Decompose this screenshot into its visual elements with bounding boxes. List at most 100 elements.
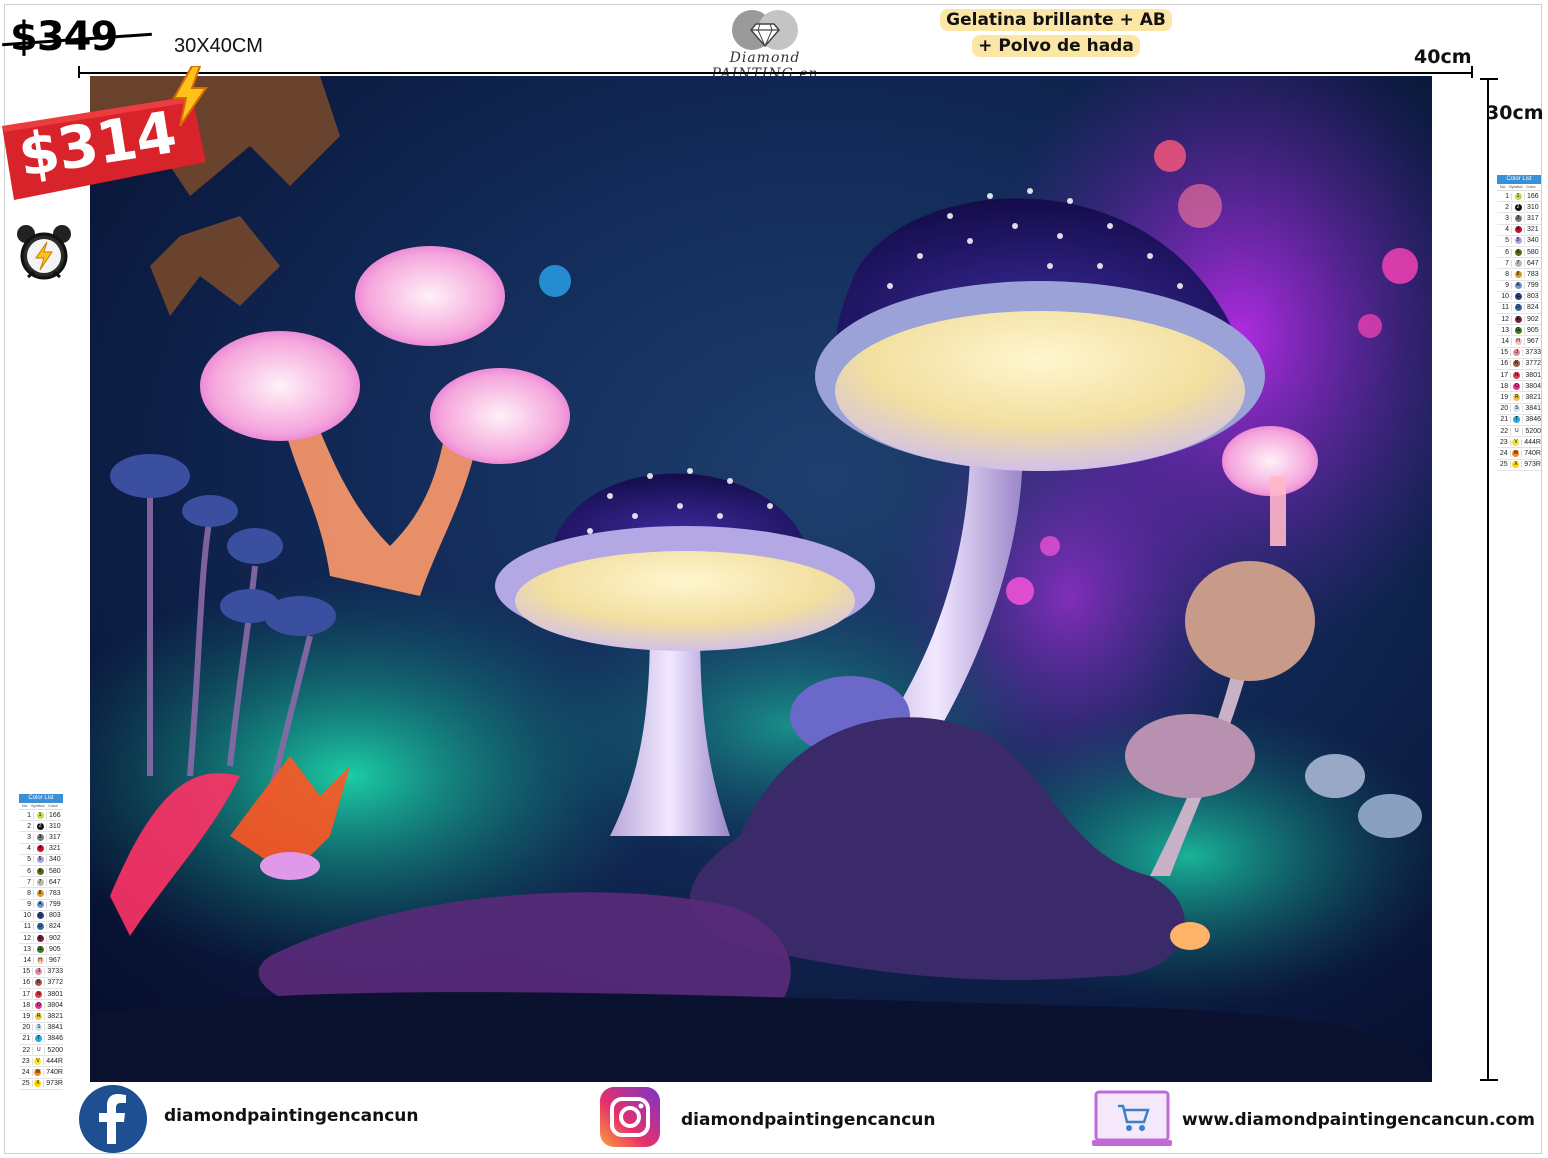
shopping-cart-icon[interactable]	[1090, 1090, 1174, 1148]
color-swatch: 1	[36, 811, 44, 819]
color-swatch: 5	[36, 856, 44, 864]
color-list-rows: 1 1 166 2 2 310 3 3 317 4 4 321 5 5 340 6 6 580 7 7 647 8 8 783…	[1497, 191, 1541, 471]
color-swatch: O	[1513, 382, 1521, 390]
color-number: 17	[1497, 371, 1512, 379]
facebook-icon[interactable]	[78, 1084, 148, 1154]
color-list-row: 20 S 3841	[19, 1023, 63, 1034]
website-link[interactable]: www.diamondpaintingencancun.com	[1182, 1110, 1535, 1130]
color-list-row: 10 C 803	[19, 911, 63, 922]
color-swatch: C	[36, 912, 44, 920]
height-ruler	[1487, 78, 1489, 1081]
color-symbol: 8	[34, 889, 46, 897]
color-list-row: 23 V 444R	[1497, 437, 1541, 449]
color-number: 14	[1497, 338, 1512, 346]
color-symbol: W	[33, 1068, 44, 1076]
color-list-row: 9 A 799	[19, 900, 63, 911]
color-symbol: C	[1512, 293, 1524, 301]
color-number: 11	[1497, 304, 1512, 312]
color-swatch: E	[1514, 315, 1522, 323]
color-number: 16	[19, 979, 34, 987]
color-swatch: O	[35, 1001, 43, 1009]
color-symbol: K	[1511, 360, 1522, 368]
facebook-handle[interactable]: diamondpaintingencancun	[164, 1106, 419, 1126]
color-list-row: 23 V 444R	[19, 1056, 63, 1068]
color-swatch: R	[1513, 393, 1521, 401]
color-number: 17	[19, 990, 34, 998]
color-list-rows: 1 1 166 2 2 310 3 3 317 4 4 321 5 5 340 6 6 580 7 7 647 8 8 783…	[19, 810, 63, 1090]
color-list-row: 12 E 902	[1497, 314, 1541, 326]
color-symbol: G	[34, 945, 46, 953]
color-list-row: 13 G 905	[1497, 325, 1541, 337]
color-code: 166	[1524, 192, 1541, 200]
color-code: 3841	[44, 1024, 63, 1032]
color-list-row: 11 D 824	[19, 922, 63, 934]
color-list-row: 13 G 905	[19, 944, 63, 956]
color-list-row: 24 W 740R	[1497, 448, 1541, 460]
color-swatch: V	[34, 1057, 42, 1065]
color-number: 7	[1497, 259, 1512, 267]
color-symbol: O	[33, 1001, 44, 1009]
color-swatch: G	[1514, 326, 1522, 334]
size-label: 30X40CM	[174, 35, 263, 57]
color-number: 23	[19, 1057, 33, 1065]
color-symbol: 8	[1512, 270, 1524, 278]
instagram-icon[interactable]	[599, 1086, 661, 1148]
promo-line-1: Gelatina brillante + AB	[940, 9, 1172, 31]
color-symbol: 1	[1512, 192, 1524, 200]
color-list-row: 18 O 3804	[19, 1000, 63, 1012]
promo-line-2: + Polvo de hada	[972, 35, 1140, 57]
color-symbol: 6	[1512, 248, 1524, 256]
color-code: 905	[1524, 326, 1541, 334]
height-label: 30cm	[1486, 102, 1544, 124]
color-code: 902	[1524, 315, 1541, 323]
color-swatch: C	[1514, 293, 1522, 301]
color-swatch: R	[35, 1012, 43, 1020]
color-list-right: Color List No. Symbol Color 1 1 166 2 2 310 3 3…	[1497, 175, 1541, 471]
color-symbol: 4	[1512, 226, 1524, 234]
col-no: No.	[1499, 184, 1507, 189]
color-list-row: 19 R 3821	[19, 1011, 63, 1023]
color-code: 3821	[1522, 393, 1541, 401]
color-list-row: 7 7 647	[19, 877, 63, 889]
color-swatch: W	[34, 1068, 42, 1076]
color-symbol: A	[1512, 282, 1524, 290]
color-list-header: No. Symbol Color	[1497, 184, 1541, 191]
color-code: 3733	[1522, 349, 1541, 357]
color-swatch: S	[1513, 405, 1521, 413]
color-number: 5	[19, 856, 34, 864]
alarm-clock-icon	[17, 225, 71, 280]
color-swatch: 2	[36, 822, 44, 830]
color-swatch: 7	[36, 878, 44, 886]
color-swatch: S	[35, 1024, 43, 1032]
color-list-row: 8 8 783	[19, 888, 63, 900]
color-symbol: 7	[34, 878, 46, 886]
color-symbol: C	[34, 912, 46, 920]
color-code: 321	[1524, 226, 1541, 234]
color-number: 20	[19, 1024, 34, 1032]
color-list-row: 16 K 3772	[1497, 359, 1541, 370]
color-list-row: 1 1 166	[1497, 191, 1541, 203]
color-swatch: U	[35, 1046, 43, 1054]
instagram-handle[interactable]: diamondpaintingencancun	[681, 1110, 936, 1130]
color-code: 973R	[43, 1080, 63, 1088]
color-symbol: X	[1511, 461, 1522, 469]
color-swatch: 6	[36, 867, 44, 875]
color-swatch: K	[1513, 360, 1521, 368]
color-number: 13	[1497, 326, 1512, 334]
color-list-row: 14 H 967	[19, 955, 63, 967]
color-swatch: H	[36, 957, 44, 965]
color-number: 3	[1497, 214, 1512, 222]
color-list-row: 18 O 3804	[1497, 381, 1541, 393]
color-symbol: R	[1511, 393, 1522, 401]
color-swatch: 3	[1514, 214, 1522, 222]
color-swatch: 6	[1514, 248, 1522, 256]
color-list-row: 4 4 321	[1497, 225, 1541, 236]
color-symbol: T	[33, 1035, 44, 1043]
color-swatch: X	[1512, 461, 1520, 469]
color-swatch: 4	[1514, 226, 1522, 234]
color-symbol: 3	[1512, 214, 1524, 222]
color-list-title: Color List	[1497, 175, 1541, 184]
color-list-row: 1 1 166	[19, 810, 63, 822]
color-code: 340	[46, 856, 63, 864]
color-symbol: V	[33, 1057, 44, 1065]
